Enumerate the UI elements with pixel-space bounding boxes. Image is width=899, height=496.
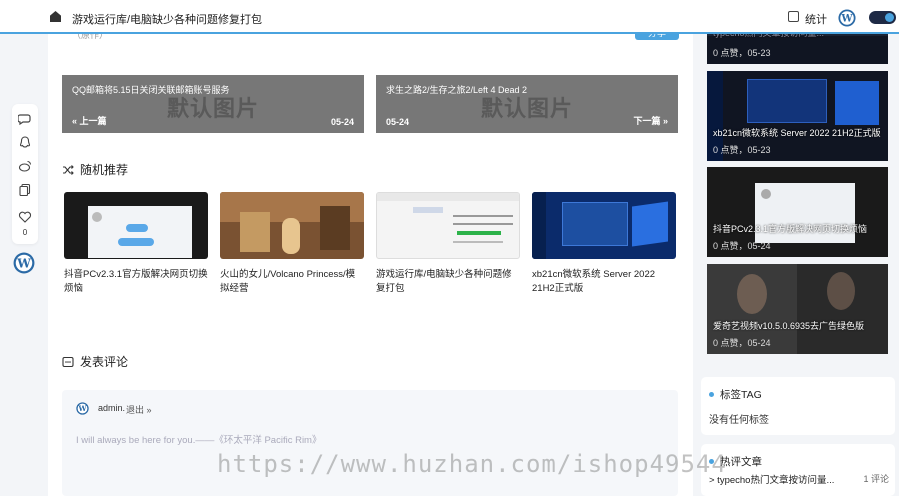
random-recommend-title: 随机推荐: [80, 163, 129, 177]
main-content: （原作） 分享 默认图片 QQ邮箱将5.15日关闭关联邮箱账号服务 « 上一篇 …: [48, 26, 693, 496]
hot-comment-item[interactable]: > typecho热门文章按访问量...: [709, 472, 889, 486]
home-icon[interactable]: [50, 11, 61, 22]
copy-link-icon[interactable]: [18, 183, 32, 197]
page-title: 游戏运行库/电脑缺少各种问题修复打包: [72, 14, 263, 26]
comment-form: W admin. 退出 » I will always be here for …: [62, 390, 678, 496]
top-bar: 游戏运行库/电脑缺少各种问题修复打包 统计 W: [0, 0, 899, 34]
hot-comment-count: 1 评论: [863, 474, 889, 484]
floating-toolbar: 0: [12, 104, 38, 244]
sidebar-post-title[interactable]: xb21cn微软系统 Server 2022 21H2正式版: [713, 126, 881, 139]
stats-link[interactable]: 统计: [805, 11, 827, 27]
next-post-card[interactable]: 默认图片 求生之路2/生存之旅2/Left 4 Dead 2 05-24 下一篇…: [376, 75, 678, 133]
prev-post-label: « 上一篇: [72, 116, 107, 126]
sidebar-post-title[interactable]: 爱奇艺视频v10.5.0.6935去广告绿色版: [713, 319, 864, 332]
logout-link[interactable]: 退出 »: [126, 403, 152, 416]
hot-comments-widget: 热评文章 > typecho热门文章按访问量... 1 评论: [701, 444, 895, 496]
watermark-text: https://www.huzhan.com/ishop49544: [217, 450, 727, 478]
sidebar-post-title[interactable]: 抖音PCv2.3.1官方版解决网页切换烦恼: [713, 222, 867, 235]
comment-icon: [62, 356, 74, 367]
recommend-item[interactable]: 火山的女儿/Volcano Princess/模拟经营: [220, 192, 364, 296]
recommend-thumbnail[interactable]: [64, 192, 208, 259]
like-heart-icon[interactable]: [18, 210, 32, 224]
comment-username: admin.: [98, 403, 126, 413]
random-recommend-heading: 随机推荐: [62, 161, 128, 178]
recommend-thumbnail[interactable]: [220, 192, 364, 259]
shuffle-icon: [63, 164, 74, 175]
like-count: 0: [22, 228, 28, 237]
recommend-title[interactable]: 游戏运行库/电脑缺少各种问题修复打包: [376, 268, 520, 296]
recommend-item[interactable]: xb21cn微软系统 Server 2022 21H2正式版: [532, 192, 676, 296]
recommend-item[interactable]: 游戏运行库/电脑缺少各种问题修复打包: [376, 192, 520, 296]
sidebar-post-meta: 0 点赞，05-23: [713, 145, 771, 155]
svg-text:W: W: [77, 404, 87, 413]
comment-textarea[interactable]: I will always be here for you.——《环太平洋 Pa…: [76, 432, 321, 446]
recommend-thumbnail[interactable]: [376, 192, 520, 259]
bullet-dot-icon: [709, 392, 714, 397]
weibo-icon[interactable]: [18, 159, 32, 173]
sidebar-post-meta: 0 点赞，05-24: [713, 338, 771, 348]
tags-widget: 标签TAG 没有任何标签: [701, 377, 895, 435]
wordpress-logo-icon[interactable]: W: [13, 252, 35, 274]
wordpress-logo-icon[interactable]: W: [838, 9, 856, 27]
recommend-title[interactable]: 抖音PCv2.3.1官方版解决网页切换烦恼: [64, 268, 208, 296]
recommend-item[interactable]: 抖音PCv2.3.1官方版解决网页切换烦恼: [64, 192, 208, 296]
next-post-title: 求生之路2/生存之旅2/Left 4 Dead 2: [386, 85, 528, 95]
comment-heading-title: 发表评论: [80, 355, 129, 369]
tags-widget-title: 标签TAG: [709, 387, 762, 402]
next-post-date: 05-24: [386, 117, 410, 127]
sidebar-post-meta: 0 点赞，05-23: [713, 48, 771, 58]
stats-icon[interactable]: [788, 11, 799, 22]
recommend-thumbnail[interactable]: [532, 192, 676, 259]
recommend-title[interactable]: 火山的女儿/Volcano Princess/模拟经营: [220, 268, 364, 296]
comment-bubble-icon[interactable]: [18, 112, 32, 126]
recommend-title[interactable]: xb21cn微软系统 Server 2022 21H2正式版: [532, 268, 676, 296]
user-avatar: W: [76, 402, 89, 415]
prev-post-date: 05-24: [330, 117, 354, 127]
dark-mode-toggle[interactable]: [869, 11, 896, 24]
sidebar-post-meta: 0 点赞，05-24: [713, 241, 771, 251]
sidebar-post-card[interactable]: 爱奇艺视频v10.5.0.6935去广告绿色版 0 点赞，05-24: [707, 264, 888, 354]
prev-post-title: QQ邮箱将5.15日关闭关联邮箱账号服务: [72, 85, 230, 95]
qq-icon[interactable]: [18, 135, 32, 149]
comment-heading: 发表评论: [62, 353, 128, 370]
sidebar-post-card[interactable]: 抖音PCv2.3.1官方版解决网页切换烦恼 0 点赞，05-24: [707, 167, 888, 257]
svg-text:W: W: [840, 14, 853, 25]
prev-post-card[interactable]: 默认图片 QQ邮箱将5.15日关闭关联邮箱账号服务 « 上一篇 05-24: [62, 75, 364, 133]
svg-text:W: W: [16, 256, 31, 270]
sidebar-post-card[interactable]: xb21cn微软系统 Server 2022 21H2正式版 0 点赞，05-2…: [707, 71, 888, 161]
tags-empty-text: 没有任何标签: [709, 415, 769, 426]
tags-title-text: 标签TAG: [720, 389, 762, 401]
next-post-label: 下一篇 »: [633, 116, 668, 126]
